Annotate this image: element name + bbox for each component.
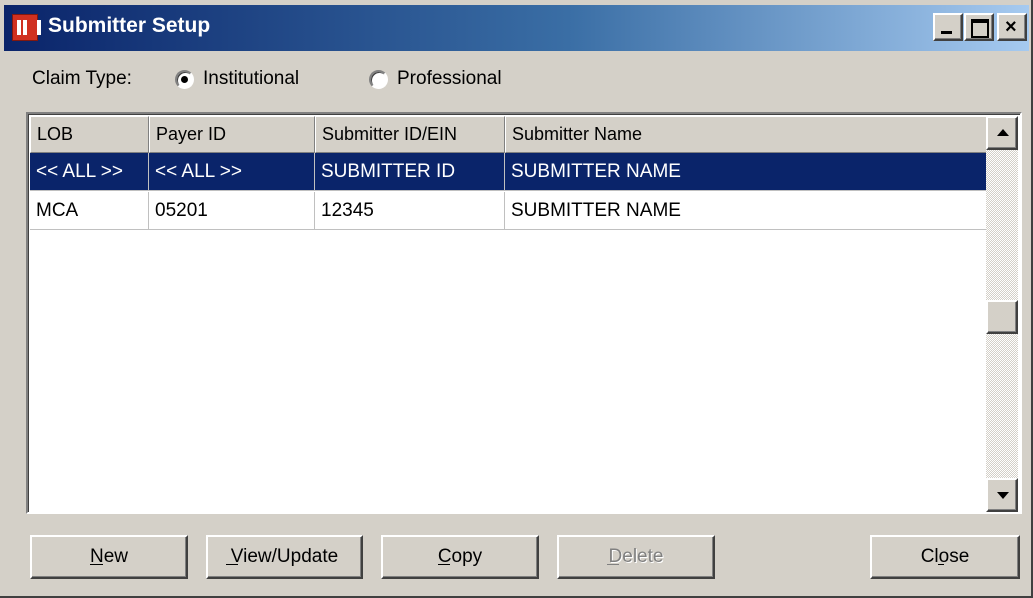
cell-submitter-name: SUBMITTER NAME (511, 200, 681, 221)
scroll-down-arrow-icon[interactable] (986, 478, 1018, 512)
window-title: Submitter Setup (48, 14, 211, 37)
submitter-setup-window: Submitter Setup × Claim Type: Institutio… (0, 0, 1033, 598)
radio-institutional-indicator[interactable] (175, 69, 194, 89)
delete-button[interactable]: Delete (557, 535, 715, 579)
cell-payer-id: << ALL >> (149, 153, 315, 191)
close-button[interactable]: Close (870, 535, 1020, 579)
submitter-grid[interactable]: LOB Payer ID Submitter ID/EIN Submitter … (26, 112, 1022, 514)
column-header-submitter-name[interactable]: Submitter Name (505, 116, 990, 153)
table-row[interactable]: << ALL >> << ALL >> SUBMITTER ID SUBMITT… (30, 153, 990, 191)
close-window-button[interactable]: × (997, 13, 1027, 41)
radio-institutional[interactable]: Institutional (175, 66, 299, 92)
claim-type-group: Claim Type: Institutional Professional (32, 66, 502, 92)
grid-body: LOB Payer ID Submitter ID/EIN Submitter … (30, 116, 990, 512)
title-bar[interactable]: Submitter Setup × (4, 5, 1029, 51)
cell-lob: MCA (30, 192, 149, 230)
table-row[interactable]: MCA 05201 12345 SUBMITTER NAME (30, 192, 990, 230)
copy-button[interactable]: Copy (381, 535, 539, 579)
cell-submitter-id: 12345 (315, 192, 505, 230)
radio-professional-indicator[interactable] (369, 69, 388, 89)
radio-institutional-label: Institutional (203, 68, 300, 89)
view-update-button[interactable]: View/Update (206, 535, 363, 579)
column-header-payer-id[interactable]: Payer ID (149, 116, 315, 153)
claim-type-label: Claim Type: (32, 68, 132, 89)
cell-payer-id: 05201 (149, 192, 315, 230)
close-icon: × (1005, 16, 1017, 38)
scroll-up-arrow-icon[interactable] (986, 116, 1018, 150)
grid-header: LOB Payer ID Submitter ID/EIN Submitter … (30, 116, 990, 153)
new-button[interactable]: New (30, 535, 188, 579)
vertical-scrollbar[interactable] (986, 116, 1018, 512)
maximize-button[interactable] (964, 13, 994, 41)
cell-submitter-id: SUBMITTER ID (315, 153, 505, 191)
app-icon[interactable] (12, 14, 41, 41)
column-header-lob[interactable]: LOB (30, 116, 149, 153)
cell-submitter-name: SUBMITTER NAME (511, 161, 681, 182)
minimize-button[interactable] (933, 13, 963, 41)
cell-lob: << ALL >> (30, 153, 149, 191)
radio-professional[interactable]: Professional (369, 66, 502, 92)
scrollbar-thumb[interactable] (986, 300, 1018, 334)
column-header-submitter-id[interactable]: Submitter ID/EIN (315, 116, 505, 153)
radio-professional-label: Professional (397, 68, 502, 89)
